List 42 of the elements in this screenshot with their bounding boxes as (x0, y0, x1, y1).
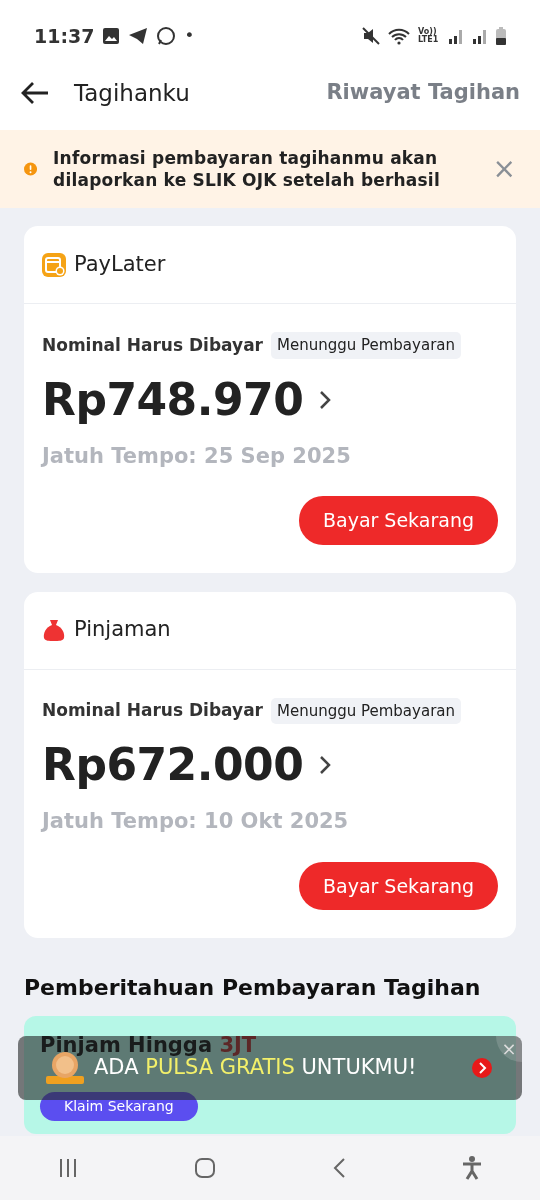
amount-text: Rp748.970 (42, 372, 304, 427)
pay-button[interactable]: Bayar Sekarang (298, 861, 498, 910)
network-label: Vo)) LTE1 (418, 28, 440, 44)
chevron-right-icon[interactable] (319, 755, 332, 775)
chevron-circle-icon[interactable] (472, 1058, 492, 1078)
status-tag: Menunggu Pembayaran (271, 697, 461, 724)
status-tag: Menunggu Pembayaran (271, 332, 461, 359)
gallery-icon (102, 27, 121, 45)
amount-label: Nominal Harus Dibayar (42, 699, 263, 722)
card-title: Pinjaman (74, 616, 171, 644)
battery-icon (496, 27, 506, 45)
signal-icon (448, 27, 464, 45)
wifi-icon (388, 27, 410, 45)
chat-bubble-icon (156, 26, 177, 46)
alert-message: Informasi pembayaran tagihanmu akan dilaporkan ke SLIK OJK setelah berhasil (53, 146, 441, 192)
recent-apps-icon[interactable] (58, 1158, 78, 1178)
status-time: 11:37 (34, 23, 95, 49)
back-icon[interactable] (332, 1157, 346, 1179)
money-bag-icon (42, 618, 66, 642)
due-date: Jatuh Tempo: 10 Okt 2025 (42, 808, 350, 835)
card-title: PayLater (74, 250, 166, 278)
paper-plane-icon (128, 27, 149, 45)
pay-button[interactable]: Bayar Sekarang (298, 496, 498, 545)
amount-label: Nominal Harus Dibayar (42, 333, 263, 357)
page-title: Tagihanku (74, 78, 191, 108)
accessibility-icon[interactable] (462, 1156, 482, 1180)
promo-title: Pinjam Hingga 3JT (40, 1032, 258, 1058)
due-date: Jatuh Tempo: 25 Sep 2025 (42, 442, 352, 470)
wallet-icon (42, 252, 66, 277)
signal-icon (472, 27, 488, 45)
chevron-right-icon[interactable] (319, 389, 332, 410)
home-icon[interactable] (194, 1157, 216, 1179)
close-button[interactable]: × (496, 1036, 522, 1062)
back-button[interactable] (20, 80, 50, 106)
history-link[interactable]: Riwayat Tagihan (326, 77, 520, 109)
mute-icon (362, 27, 380, 45)
close-button[interactable]: × (492, 155, 516, 183)
section-title: Pemberitahuan Pembayaran Tagihan (23, 974, 482, 1002)
toast-message: ADA PULSA GRATIS UNTUKMU! (94, 1055, 418, 1082)
status-dot: • (184, 24, 195, 47)
claim-button[interactable]: Klaim Sekarang (40, 1091, 198, 1121)
amount-text: Rp672.000 (42, 738, 304, 792)
